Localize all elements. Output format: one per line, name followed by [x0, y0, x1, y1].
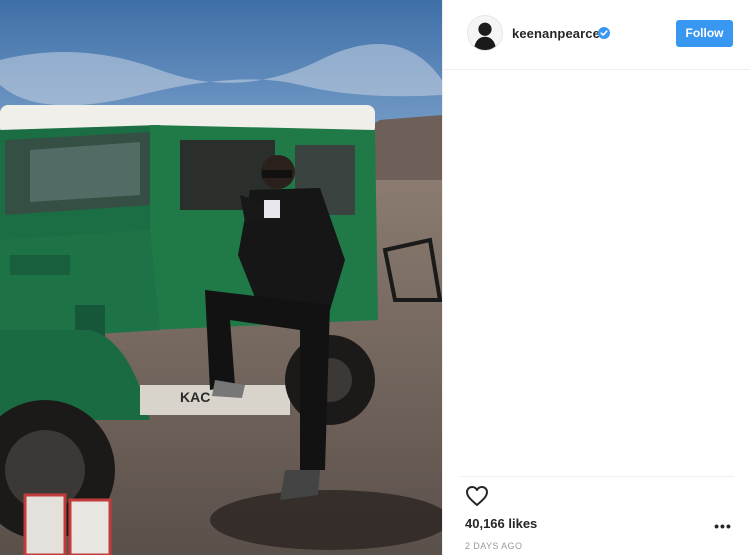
avatar[interactable] [467, 15, 503, 51]
divider [459, 476, 734, 477]
username-link[interactable]: keenanpearce [512, 26, 600, 41]
instagram-post: KAC keenanpearce Follow 40,166 likes 2 D… [0, 0, 750, 555]
heart-icon[interactable] [465, 485, 489, 507]
svg-text:KAC: KAC [180, 389, 210, 405]
likes-count[interactable]: 40,166 likes [465, 516, 537, 531]
verified-badge-icon [598, 27, 610, 39]
more-options-icon[interactable]: ••• [713, 516, 733, 536]
post-image: KAC [0, 0, 442, 555]
post-sidebar: keenanpearce Follow 40,166 likes 2 DAYS … [442, 0, 750, 555]
post-timestamp: 2 DAYS AGO [465, 541, 523, 551]
follow-button[interactable]: Follow [676, 20, 733, 47]
avatar-image [468, 16, 502, 50]
post-header: keenanpearce Follow [443, 0, 750, 70]
post-photo[interactable]: KAC [0, 0, 442, 555]
